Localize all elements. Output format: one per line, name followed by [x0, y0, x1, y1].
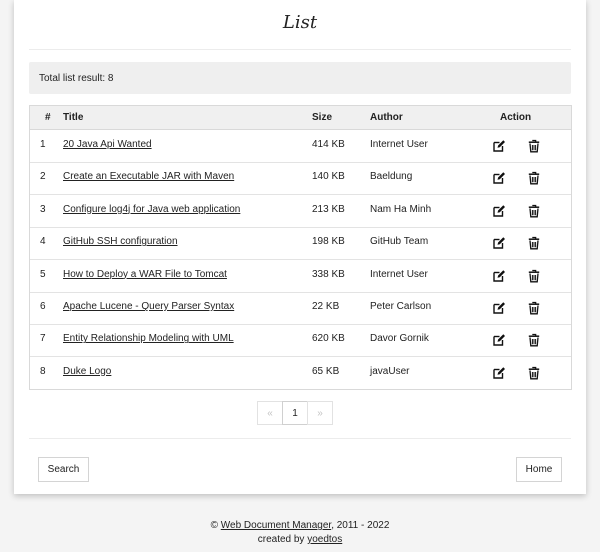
table-row: 1 20 Java Api Wanted 414 KB Internet User [30, 130, 571, 163]
copyright-symbol: © [210, 520, 218, 531]
row-number: 1 [40, 139, 46, 150]
app-link[interactable]: Web Document Manager [221, 520, 331, 531]
page-title: List [282, 12, 318, 33]
row-number: 8 [40, 365, 46, 377]
table-row: 8 Duke Logo 65 KB javaUser [30, 357, 571, 389]
trash-icon[interactable] [527, 139, 541, 153]
trash-icon[interactable] [527, 204, 541, 218]
table-row: 3 Configure log4j for Java web applicatio… [30, 195, 571, 228]
edit-icon[interactable] [492, 269, 506, 283]
trash-icon[interactable] [527, 171, 541, 185]
table-row: 4 GitHub SSH configuration 198 KB GitHub Te… [30, 227, 571, 261]
row-number: 5 [40, 268, 46, 280]
result-summary: Total list result: 8 [29, 62, 571, 94]
main-card: List Total list result: 8 # Title Size A… [14, 0, 586, 494]
divider [29, 438, 571, 439]
trash-icon[interactable] [527, 333, 541, 347]
edit-icon[interactable] [492, 301, 506, 315]
header-title: Title [63, 112, 84, 123]
row-number: 4 [40, 236, 46, 248]
trash-icon[interactable] [527, 269, 541, 283]
copyright-years: , 2011 - 2022 [331, 520, 390, 531]
edit-icon[interactable] [492, 204, 506, 218]
header-size: Size [312, 112, 333, 123]
document-size: 65 KB [312, 365, 340, 377]
header-num: # [45, 112, 51, 123]
document-author: GitHub Team [370, 236, 429, 248]
document-size: 338 KB [312, 268, 345, 280]
document-title-link[interactable]: Duke Logo [63, 366, 111, 377]
created-by-text: created by [257, 534, 305, 545]
document-size: 22 KB [312, 301, 340, 312]
document-size: 414 KB [312, 139, 345, 150]
row-number: 3 [40, 203, 46, 215]
divider [29, 49, 571, 50]
edit-icon[interactable] [492, 171, 506, 185]
table-row: 6 Apache Lucene - Query Parser Syntax 22 K… [30, 292, 571, 325]
document-size: 620 KB [312, 333, 345, 345]
document-title-link[interactable]: Entity Relationship Modeling with UML [63, 333, 234, 344]
document-author: Internet User [370, 139, 428, 150]
row-number: 2 [40, 171, 46, 183]
search-button[interactable]: Search [38, 457, 89, 482]
document-title-link[interactable]: 20 Java Api Wanted [63, 139, 152, 150]
document-title-link[interactable]: Create an Executable JAR with Maven [63, 171, 234, 182]
home-button[interactable]: Home [516, 457, 562, 482]
table-row: 2 Create an Executable JAR with Maven 140 … [30, 162, 571, 196]
document-title-link[interactable]: Configure log4j for Java web application [63, 204, 240, 215]
trash-icon[interactable] [527, 236, 541, 250]
document-author: Baeldung [370, 171, 413, 183]
author-link[interactable]: yoedtos [307, 534, 342, 545]
document-title-link[interactable]: How to Deploy a WAR File to Tomcat [63, 269, 227, 280]
pagination-prev[interactable]: « [257, 401, 283, 425]
trash-icon[interactable] [527, 366, 541, 380]
header-action: Action [500, 112, 532, 123]
document-size: 198 KB [312, 236, 345, 248]
row-number: 7 [40, 333, 46, 345]
table-row: 5 How to Deploy a WAR File to Tomcat 338 K… [30, 260, 571, 293]
footer: © Web Document Manager, 2011 - 2022 crea… [0, 519, 600, 547]
result-count-text: Total list result: 8 [39, 73, 114, 84]
row-number: 6 [40, 301, 46, 312]
document-author: Davor Gornik [370, 333, 429, 345]
documents-table: # Title Size Author Action 1 20 Java Api … [29, 105, 572, 390]
document-size: 140 KB [312, 171, 345, 183]
table-header: # Title Size Author Action [30, 106, 571, 130]
footer-copyright-line: © Web Document Manager, 2011 - 2022 [0, 519, 600, 533]
pagination: « 1 » [257, 401, 333, 425]
document-author: Peter Carlson [370, 301, 432, 312]
edit-icon[interactable] [492, 236, 506, 250]
pagination-next[interactable]: » [307, 401, 333, 425]
document-author: javaUser [370, 365, 410, 377]
pagination-page-1[interactable]: 1 [282, 401, 308, 425]
edit-icon[interactable] [492, 333, 506, 347]
edit-icon[interactable] [492, 366, 506, 380]
document-author: Nam Ha Minh [370, 203, 432, 215]
document-title-link[interactable]: GitHub SSH configuration [63, 236, 178, 247]
table-row: 7 Entity Relationship Modeling with UML 62… [30, 324, 571, 358]
footer-credit-line: created by yoedtos [0, 533, 600, 547]
edit-icon[interactable] [492, 139, 506, 153]
document-author: Internet User [370, 268, 428, 280]
document-title-link[interactable]: Apache Lucene - Query Parser Syntax [63, 301, 234, 312]
trash-icon[interactable] [527, 301, 541, 315]
header-author: Author [370, 112, 403, 123]
document-size: 213 KB [312, 203, 345, 215]
